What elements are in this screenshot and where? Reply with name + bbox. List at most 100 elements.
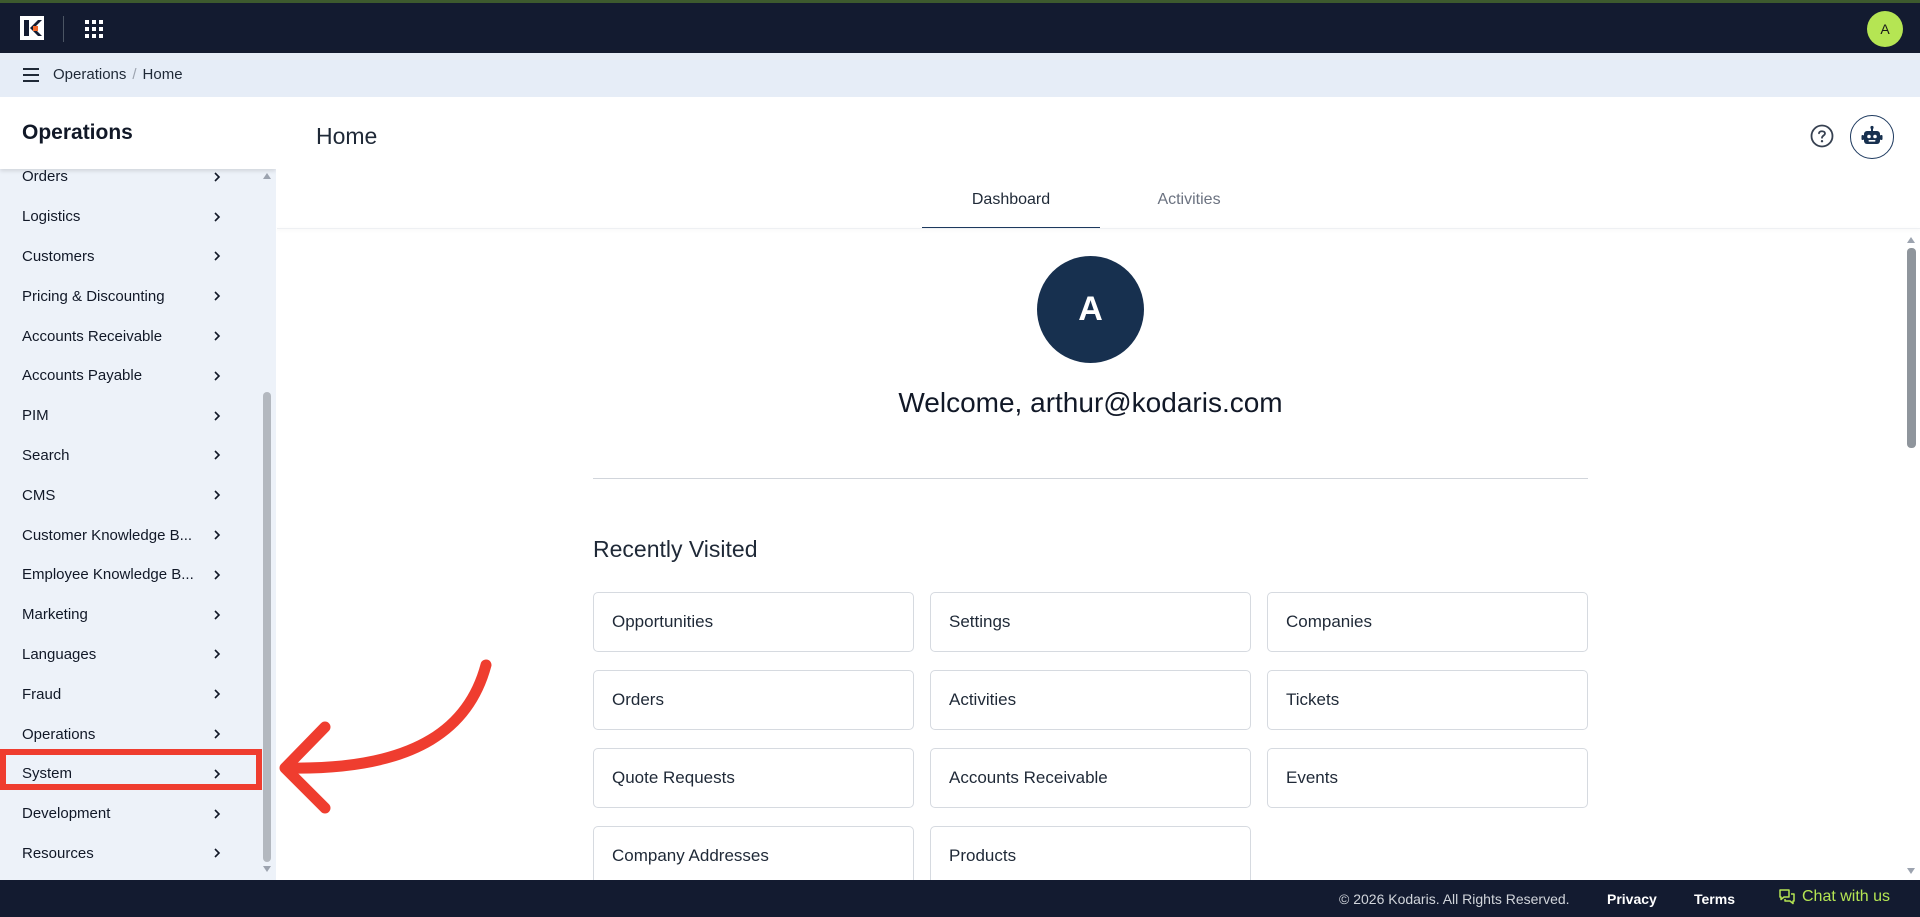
sidebar-scroll-up-arrow[interactable] <box>263 173 271 179</box>
chevron-right-icon <box>214 490 221 500</box>
sidebar: Operations Orders Logistics Customers Pr… <box>0 97 276 880</box>
sidebar-item-label: Search <box>22 446 70 464</box>
sidebar-item-operations[interactable]: Operations <box>0 714 262 754</box>
main-scrollbar-thumb[interactable] <box>1907 248 1916 448</box>
main-scroll-down-arrow[interactable] <box>1907 868 1915 874</box>
sidebar-item-label: Languages <box>22 645 97 663</box>
sidebar-item-customers[interactable]: Customers <box>0 237 262 277</box>
sidebar-header: Operations <box>0 97 276 169</box>
recent-card-companies[interactable]: Companies <box>1267 592 1588 652</box>
chat-button[interactable]: Chat with us <box>1778 888 1890 906</box>
chevron-right-icon <box>214 172 221 182</box>
recent-card-orders[interactable]: Orders <box>593 670 914 730</box>
sidebar-item-label: Accounts Receivable <box>22 327 163 345</box>
recent-card-settings[interactable]: Settings <box>930 592 1251 652</box>
sidebar-nav-list: Orders Logistics Customers Pricing & Dis… <box>0 157 262 873</box>
sidebar-item-logistics[interactable]: Logistics <box>0 197 262 237</box>
tab-activities[interactable]: Activities <box>1100 190 1278 229</box>
chevron-right-icon <box>214 251 221 262</box>
kodaris-logo[interactable] <box>20 16 44 40</box>
sidebar-item-label: Customers <box>22 247 95 265</box>
sidebar-scroll-down-arrow[interactable] <box>263 866 271 872</box>
recent-card-tickets[interactable]: Tickets <box>1267 670 1588 730</box>
sidebar-scrollbar-thumb[interactable] <box>263 392 271 862</box>
main-panel: Home Dashboard Activities A Welcome, art… <box>277 97 1920 880</box>
chevron-right-icon <box>214 371 221 381</box>
sidebar-item-pricing-discounting[interactable]: Pricing & Discounting <box>0 276 262 316</box>
sidebar-item-customer-knowledge-base[interactable]: Customer Knowledge B... <box>0 515 262 555</box>
sidebar-item-label: Logistics <box>22 208 81 226</box>
sidebar-item-label: Marketing <box>22 606 88 624</box>
sidebar-item-accounts-payable[interactable]: Accounts Payable <box>0 356 262 396</box>
sidebar-item-employee-knowledge-base[interactable]: Employee Knowledge B... <box>0 555 262 595</box>
help-icon[interactable] <box>1809 123 1835 149</box>
sidebar-item-accounts-receivable[interactable]: Accounts Receivable <box>0 316 262 356</box>
breadcrumb-item-home: Home <box>142 66 183 83</box>
sidebar-item-label: System <box>22 765 73 783</box>
sidebar-item-fraud[interactable]: Fraud <box>0 674 262 714</box>
chevron-right-icon <box>214 450 221 461</box>
sidebar-item-resources[interactable]: Resources <box>0 834 262 874</box>
sidebar-item-system[interactable]: System <box>0 754 262 794</box>
terms-link[interactable]: Terms <box>1694 891 1735 907</box>
copyright-text: © 2026 Kodaris. All Rights Reserved. <box>1339 891 1570 907</box>
apps-grid-icon[interactable] <box>84 19 104 39</box>
recent-card-company-addresses[interactable]: Company Addresses <box>593 826 914 880</box>
privacy-link[interactable]: Privacy <box>1607 891 1657 907</box>
sidebar-item-marketing[interactable]: Marketing <box>0 595 262 635</box>
recent-card-products[interactable]: Products <box>930 826 1251 880</box>
recently-visited-grid: Opportunities Settings Companies Orders … <box>593 592 1589 880</box>
tabs-divider <box>277 228 1920 229</box>
sidebar-item-label: PIM <box>22 407 49 425</box>
chevron-right-icon <box>214 530 221 540</box>
topbar-divider <box>63 16 64 42</box>
profile-avatar: A <box>1037 256 1144 363</box>
recent-card-activities[interactable]: Activities <box>930 670 1251 730</box>
sidebar-title: Operations <box>22 121 133 144</box>
recent-card-events[interactable]: Events <box>1267 748 1588 808</box>
recent-card-accounts-receivable[interactable]: Accounts Receivable <box>930 748 1251 808</box>
sidebar-item-label: Operations <box>22 725 96 743</box>
sidebar-item-cms[interactable]: CMS <box>0 475 262 515</box>
recent-card-quote-requests[interactable]: Quote Requests <box>593 748 914 808</box>
chevron-right-icon <box>214 689 221 699</box>
breadcrumb-bar: Operations / Home <box>0 53 1920 97</box>
chevron-right-icon <box>214 848 221 859</box>
sidebar-item-label: Pricing & Discounting <box>22 287 165 305</box>
sidebar-item-label: CMS <box>22 486 56 504</box>
content-divider <box>593 478 1588 479</box>
ai-assistant-button[interactable] <box>1850 115 1894 159</box>
hamburger-menu-icon[interactable] <box>21 65 41 85</box>
sidebar-item-languages[interactable]: Languages <box>0 635 262 675</box>
sidebar-item-search[interactable]: Search <box>0 436 262 476</box>
tab-dashboard[interactable]: Dashboard <box>922 190 1100 229</box>
footer: © 2026 Kodaris. All Rights Reserved. Pri… <box>0 880 1920 917</box>
user-avatar[interactable]: A <box>1867 11 1903 47</box>
sidebar-item-label: Customer Knowledge B... <box>22 526 193 544</box>
chat-label: Chat with us <box>1802 888 1891 905</box>
sidebar-item-development[interactable]: Development <box>0 794 262 834</box>
sidebar-item-label: Resources <box>22 844 94 862</box>
chevron-right-icon <box>214 649 221 660</box>
sidebar-item-label: Orders <box>22 168 68 186</box>
sidebar-item-pim[interactable]: PIM <box>0 396 262 436</box>
dashboard-content: A Welcome, arthur@kodaris.com Recently V… <box>277 230 1897 880</box>
breadcrumb-separator: / <box>132 66 137 83</box>
breadcrumb: Operations / Home <box>53 66 183 83</box>
recent-card-opportunities[interactable]: Opportunities <box>593 592 914 652</box>
main-tabs: Dashboard Activities <box>922 190 1278 229</box>
chevron-right-icon <box>214 729 221 739</box>
page-title: Home <box>316 123 378 149</box>
chevron-right-icon <box>214 291 221 301</box>
chevron-right-icon <box>214 411 221 421</box>
main-scroll-up-arrow[interactable] <box>1907 237 1915 243</box>
chevron-right-icon <box>214 212 221 222</box>
top-bar: A <box>0 0 1920 53</box>
breadcrumb-item-operations[interactable]: Operations <box>53 66 126 83</box>
chevron-right-icon <box>214 331 221 341</box>
sidebar-item-label: Accounts Payable <box>22 367 143 385</box>
chevron-right-icon <box>214 610 221 620</box>
sidebar-item-label: Development <box>22 805 111 823</box>
sidebar-item-label: Employee Knowledge B... <box>22 566 194 584</box>
chat-bubbles-icon <box>1779 889 1795 905</box>
